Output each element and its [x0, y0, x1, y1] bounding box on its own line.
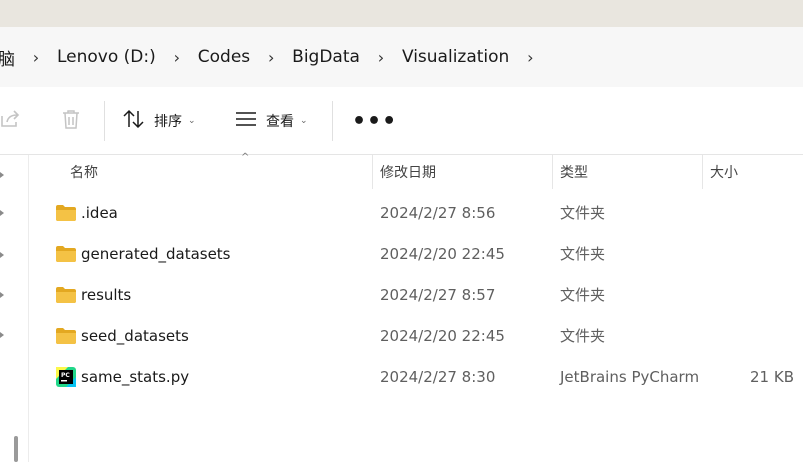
column-header-size[interactable]: 大小	[710, 155, 800, 189]
navigation-scrollbar-thumb[interactable]	[14, 436, 18, 462]
sort-button[interactable]: 排序 ⌄	[122, 87, 196, 155]
file-name: results	[81, 285, 132, 304]
toolbar-divider	[332, 101, 333, 141]
expand-arrow-icon[interactable]	[0, 252, 4, 258]
svg-text:PC: PC	[61, 372, 70, 379]
breadcrumb-item-bigdata[interactable]: BigData	[288, 47, 364, 67]
share-icon	[0, 108, 22, 134]
view-label: 查看	[266, 114, 294, 130]
file-size: 21 KB	[750, 367, 794, 386]
file-type: 文件夹	[560, 286, 606, 304]
more-icon: •••	[352, 108, 398, 134]
file-date: 2024/2/27 8:30	[380, 367, 496, 386]
sort-label: 排序	[154, 114, 182, 130]
chevron-down-icon: ⌄	[300, 116, 308, 126]
column-resize-handle[interactable]	[372, 155, 373, 189]
file-row[interactable]: .idea 2024/2/27 8:56 文件夹	[29, 192, 803, 233]
column-header-name-label: 名称	[70, 165, 98, 181]
delete-button[interactable]	[60, 87, 82, 155]
file-row[interactable]: seed_datasets 2024/2/20 22:45 文件夹	[29, 315, 803, 356]
breadcrumb-item-drive[interactable]: Lenovo (D:)	[53, 47, 160, 67]
breadcrumb-item-visualization[interactable]: Visualization	[398, 47, 513, 67]
file-date: 2024/2/20 22:45	[380, 244, 505, 263]
column-header-size-label: 大小	[710, 165, 738, 181]
file-type: 文件夹	[560, 204, 606, 222]
chevron-down-icon: ⌄	[188, 116, 196, 126]
file-name: seed_datasets	[81, 326, 189, 345]
folder-icon	[56, 245, 76, 262]
view-button[interactable]: 查看 ⌄	[234, 87, 308, 155]
folder-icon	[56, 204, 76, 221]
chevron-right-icon[interactable]: ›	[513, 48, 547, 67]
expand-arrow-icon[interactable]	[0, 332, 4, 338]
chevron-right-icon[interactable]: ›	[19, 48, 53, 67]
file-name: same_stats.py	[81, 367, 190, 386]
chevron-right-icon[interactable]: ›	[160, 48, 194, 67]
more-options-button[interactable]: •••	[352, 87, 397, 155]
breadcrumb-item-this-pc[interactable]: 脑	[0, 45, 19, 70]
column-header-name[interactable]: 名称	[70, 155, 370, 189]
column-header-row: ^ 名称 修改日期 类型 大小	[29, 152, 803, 189]
file-date: 2024/2/20 22:45	[380, 326, 505, 345]
file-row[interactable]: generated_datasets 2024/2/20 22:45 文件夹	[29, 233, 803, 274]
breadcrumb-item-codes[interactable]: Codes	[194, 47, 254, 67]
pycharm-file-icon: PC	[56, 366, 76, 387]
share-button[interactable]	[0, 87, 22, 155]
file-date: 2024/2/27 8:57	[380, 285, 496, 304]
command-bar: 排序 ⌄ 查看 ⌄ •••	[0, 87, 803, 155]
view-list-icon	[234, 109, 258, 133]
column-header-date[interactable]: 修改日期	[380, 155, 550, 189]
expand-arrow-icon[interactable]	[0, 172, 4, 178]
file-row[interactable]: results 2024/2/27 8:57 文件夹	[29, 274, 803, 315]
column-resize-handle[interactable]	[702, 155, 703, 189]
file-type: 文件夹	[560, 327, 606, 345]
address-bar[interactable]: 脑 › Lenovo (D:) › Codes › BigData › Visu…	[0, 27, 803, 87]
toolbar-divider	[104, 101, 105, 141]
column-header-type-label: 类型	[560, 165, 588, 181]
file-type: JetBrains PyCharm	[560, 367, 700, 386]
breadcrumb: 脑 › Lenovo (D:) › Codes › BigData › Visu…	[0, 27, 547, 87]
expand-arrow-icon[interactable]	[0, 292, 4, 298]
chevron-right-icon[interactable]: ›	[254, 48, 288, 67]
column-header-type[interactable]: 类型	[560, 155, 700, 189]
column-resize-handle[interactable]	[552, 155, 553, 189]
expand-arrow-icon[interactable]	[0, 210, 4, 216]
chevron-right-icon[interactable]: ›	[364, 48, 398, 67]
file-date: 2024/2/27 8:56	[380, 203, 496, 222]
file-name: generated_datasets	[81, 244, 231, 263]
folder-icon	[56, 327, 76, 344]
file-name: .idea	[81, 203, 118, 222]
navigation-pane-edge	[0, 155, 14, 462]
file-row[interactable]: PC same_stats.py 2024/2/27 8:30 JetBrain…	[29, 356, 803, 397]
column-header-date-label: 修改日期	[380, 165, 436, 181]
folder-icon	[56, 286, 76, 303]
trash-icon	[60, 108, 82, 134]
window-top-strip	[0, 0, 803, 27]
file-type: 文件夹	[560, 245, 606, 263]
sort-arrows-icon	[122, 108, 146, 134]
